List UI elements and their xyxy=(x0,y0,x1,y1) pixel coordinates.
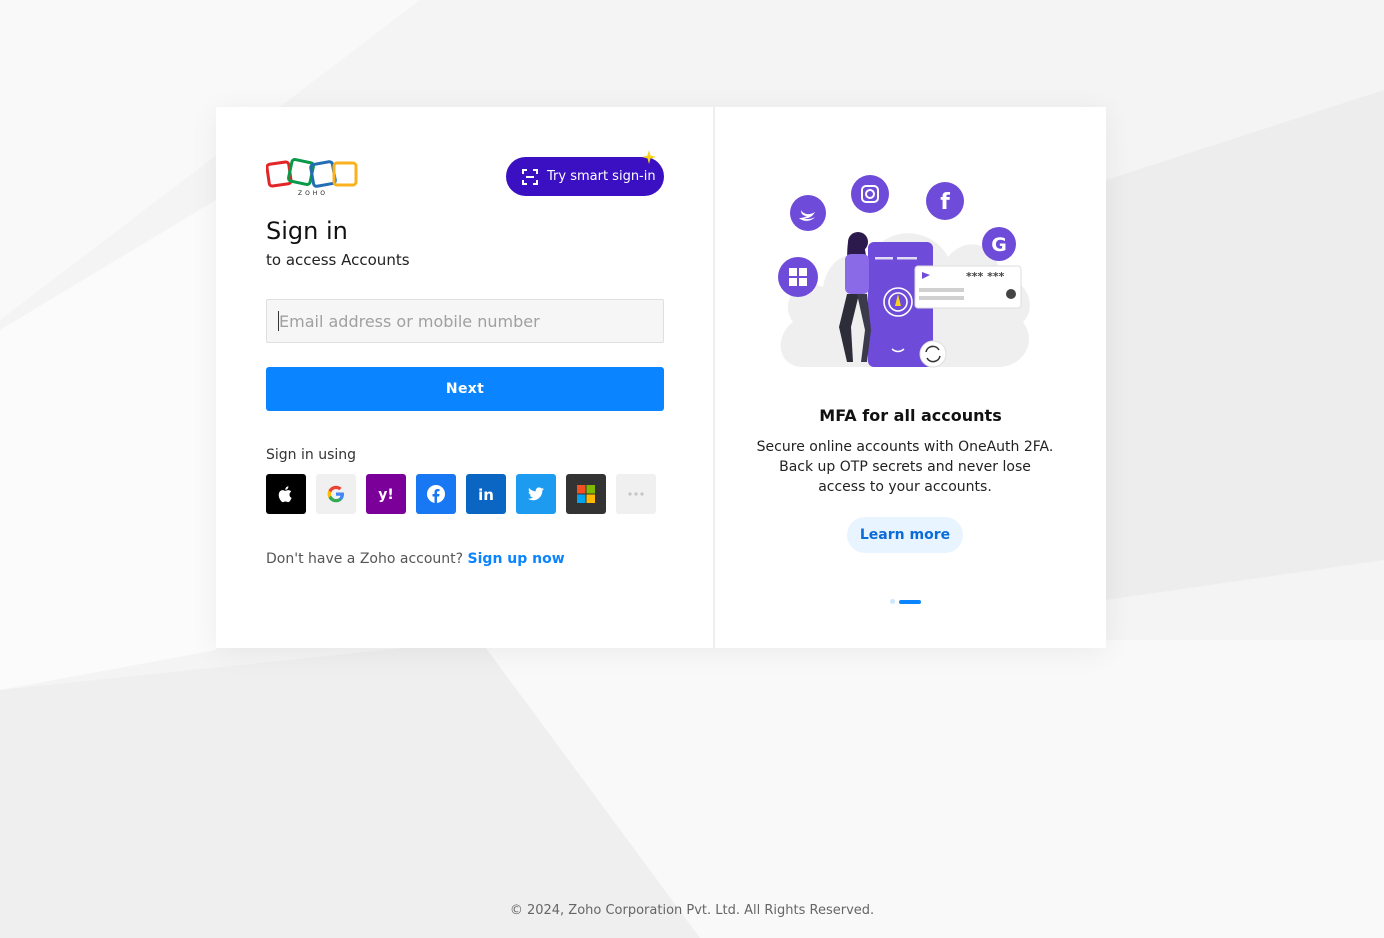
svg-text:in: in xyxy=(478,486,494,504)
smart-signin-label: Try smart sign-in xyxy=(547,169,656,184)
signin-panel: ZOHO Try smart sign-in Sign in to access… xyxy=(216,107,715,648)
microsoft-signin-button[interactable] xyxy=(566,474,606,514)
mfa-illustration: *** *** f G xyxy=(778,175,1030,368)
next-button[interactable]: Next xyxy=(266,367,664,411)
svg-text:f: f xyxy=(940,190,950,215)
yahoo-signin-button[interactable]: y! xyxy=(366,474,406,514)
signup-link[interactable]: Sign up now xyxy=(468,551,565,567)
sparkle-icon xyxy=(642,150,656,164)
promo-description: Secure online accounts with OneAuth 2FA.… xyxy=(756,439,1054,495)
signup-prompt-text: Don't have a Zoho account? xyxy=(266,551,464,567)
carousel-dot-1[interactable] xyxy=(890,599,895,604)
social-signin-list: y! in xyxy=(266,474,656,514)
twitter-icon xyxy=(528,487,544,501)
promo-panel: *** *** f G MFA for all accounts Secure … xyxy=(715,107,1106,648)
learn-more-button[interactable]: Learn more xyxy=(847,517,963,553)
carousel-dot-2[interactable] xyxy=(899,599,921,604)
google-signin-button[interactable] xyxy=(316,474,356,514)
social-signin-heading: Sign in using xyxy=(266,447,357,463)
footer-copyright: © 2024, Zoho Corporation Pvt. Ltd. All R… xyxy=(509,903,875,918)
logo-wordmark: ZOHO xyxy=(298,190,328,197)
masked-password: *** *** xyxy=(966,270,1005,283)
facebook-icon xyxy=(427,485,445,503)
smart-signin-button[interactable]: Try smart sign-in xyxy=(506,150,664,196)
google-icon xyxy=(327,485,344,503)
svg-text:y!: y! xyxy=(378,487,394,503)
promo-title: MFA for all accounts xyxy=(819,406,1002,425)
signup-prompt: Don't have a Zoho account? Sign up now xyxy=(266,551,565,567)
page-subtitle: to access Accounts xyxy=(266,251,410,269)
svg-text:G: G xyxy=(991,234,1007,256)
apple-signin-button[interactable] xyxy=(266,474,306,514)
signin-card: ZOHO Try smart sign-in Sign in to access… xyxy=(216,107,1106,648)
carousel-indicator xyxy=(890,599,921,604)
microsoft-icon xyxy=(577,485,595,503)
facebook-signin-button[interactable] xyxy=(416,474,456,514)
email-input[interactable] xyxy=(266,299,664,343)
linkedin-icon: in xyxy=(478,486,494,504)
more-signin-options-button[interactable] xyxy=(616,474,656,514)
twitter-signin-button[interactable] xyxy=(516,474,556,514)
zoho-logo: ZOHO xyxy=(266,158,358,197)
page-title: Sign in xyxy=(266,217,348,245)
text-cursor xyxy=(278,311,279,331)
more-icon xyxy=(628,492,644,496)
yahoo-icon: y! xyxy=(378,487,394,503)
apple-icon xyxy=(278,486,292,503)
qr-scan-icon xyxy=(522,168,538,185)
linkedin-signin-button[interactable]: in xyxy=(466,474,506,514)
